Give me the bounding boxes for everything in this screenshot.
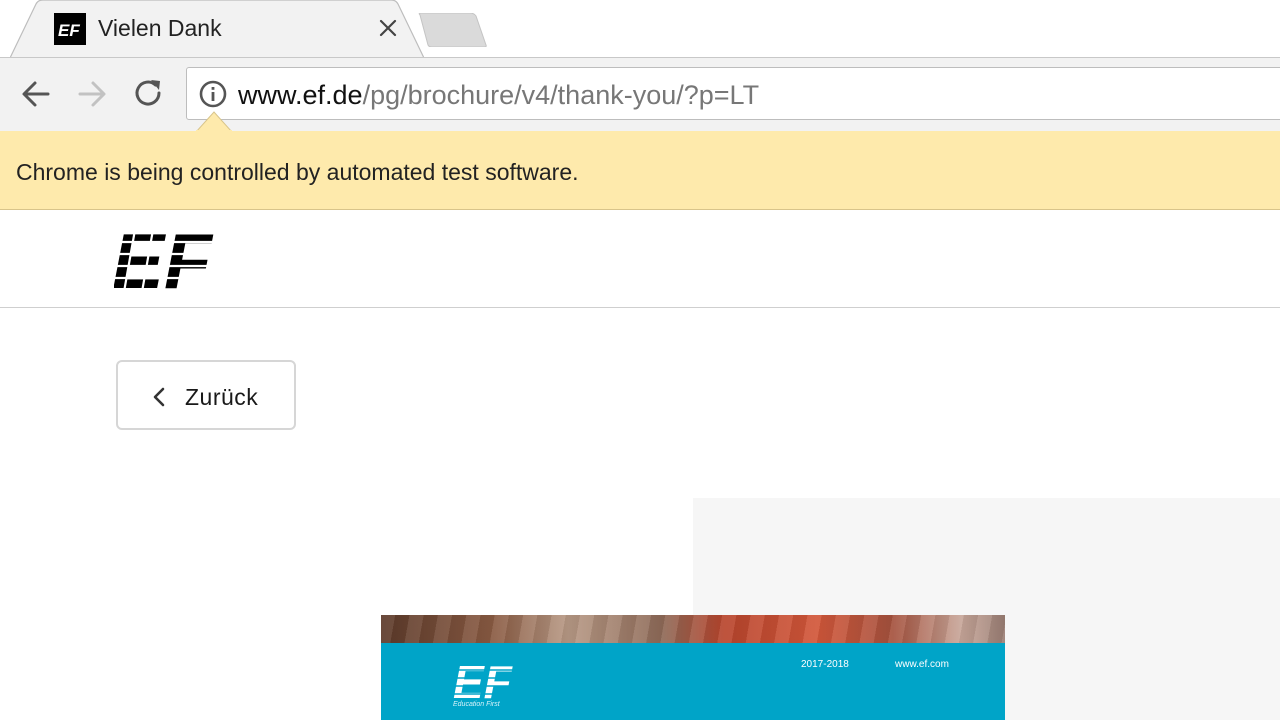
zurueck-label: Zurück bbox=[185, 384, 259, 410]
favicon-ef-icon: EF bbox=[54, 13, 86, 45]
infobar-pointer bbox=[196, 111, 232, 132]
brochure-ef-logo: EF bbox=[453, 659, 521, 701]
reload-icon bbox=[135, 80, 161, 106]
ef-logo[interactable]: EF bbox=[112, 223, 234, 293]
brochure-band: EF Education First 2017-2018 www.ef.com bbox=[381, 643, 1005, 720]
tab-vielen-dank[interactable]: EF Vielen Dank bbox=[10, 0, 424, 58]
address-bar[interactable]: www.ef.de/pg/brochure/v4/thank-you/?p=LT bbox=[186, 67, 1280, 120]
close-icon[interactable] bbox=[376, 16, 400, 40]
infobar-message: Chrome is being controlled by automated … bbox=[16, 159, 579, 185]
reload-button[interactable] bbox=[131, 76, 167, 112]
page-content: EF Zurück EF bbox=[0, 210, 1280, 720]
new-tab-button[interactable] bbox=[416, 12, 488, 48]
site-header: EF bbox=[0, 210, 1280, 308]
tab-strip: EF Vielen Dank bbox=[0, 0, 1280, 58]
info-icon[interactable] bbox=[199, 80, 227, 108]
back-nav-button[interactable] bbox=[18, 76, 54, 112]
svg-text:EF: EF bbox=[58, 21, 80, 40]
forward-nav-button[interactable] bbox=[74, 76, 110, 112]
brochure-years: 2017-2018 bbox=[801, 659, 849, 670]
automation-infobar: Chrome is being controlled by automated … bbox=[0, 131, 1280, 210]
url-host: www.ef.de bbox=[238, 80, 363, 110]
arrow-right-icon bbox=[78, 81, 106, 107]
tab-title: Vielen Dank bbox=[98, 15, 222, 41]
url-path: /pg/brochure/v4/thank-you/?p=LT bbox=[362, 80, 760, 110]
brochure-cover-image: EF Education First 2017-2018 www.ef.com bbox=[381, 615, 1005, 720]
url-text[interactable]: www.ef.de/pg/brochure/v4/thank-you/?p=LT bbox=[238, 80, 759, 111]
brochure-photo bbox=[381, 615, 1005, 643]
brochure-subtitle: Education First bbox=[453, 701, 500, 708]
chevron-left-icon bbox=[153, 387, 165, 407]
browser-toolbar: www.ef.de/pg/brochure/v4/thank-you/?p=LT bbox=[0, 57, 1280, 131]
arrow-left-icon bbox=[22, 81, 50, 107]
zurueck-button[interactable]: Zurück bbox=[116, 360, 296, 430]
brochure-website: www.ef.com bbox=[895, 659, 949, 670]
